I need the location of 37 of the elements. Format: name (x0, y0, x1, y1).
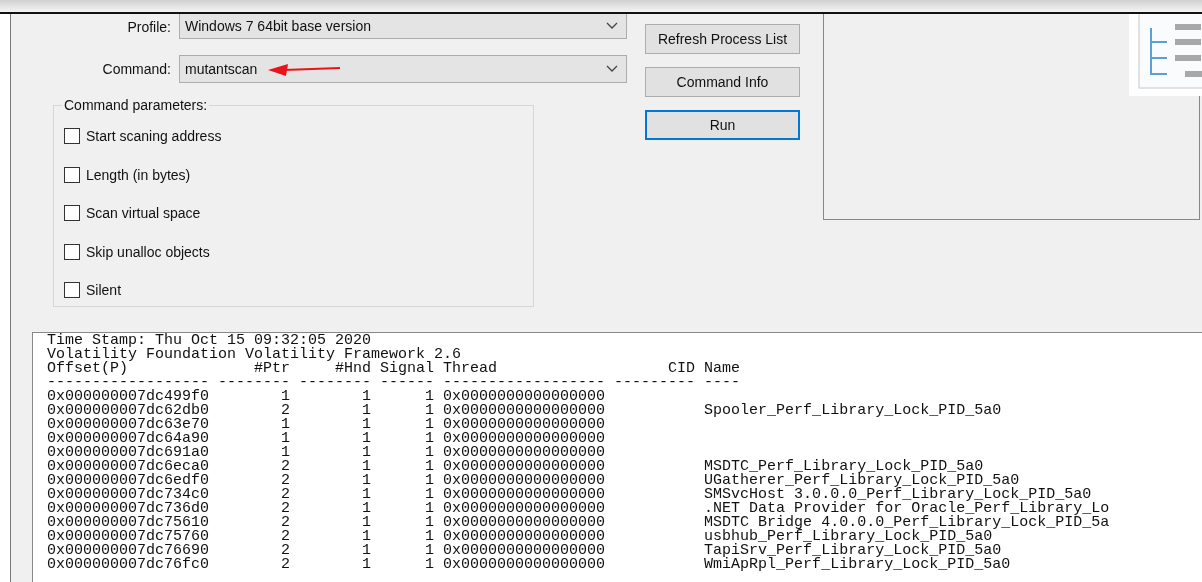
group-title: Command parameters: (63, 97, 209, 113)
checkbox[interactable] (64, 282, 80, 299)
console-line: 0x000000007dc76690 2 1 1 0x0000000000000000 TapiSrv_Perf_Library_Lock_PID_5a0 (47, 544, 1002, 558)
console-line: 0x000000007dc691a0 1 1 1 0x0000000000000000 (47, 446, 607, 460)
dropdown-field[interactable]: mutantscan (179, 55, 627, 83)
console-line: 0x000000007dc6edf0 2 1 1 0x0000000000000000 UGatherer_Perf_Library_Lock_PID_5a0 (47, 474, 1020, 488)
checkbox[interactable] (64, 166, 80, 183)
checkbox-label: Start scaning address (86, 128, 222, 145)
checkbox-label: Skip unalloc objects (86, 243, 210, 260)
checkbox[interactable] (64, 243, 80, 260)
console-line: 0x000000007dc63e70 1 1 1 0x0000000000000000 (47, 418, 607, 432)
console-line: Time Stamp: Thu Oct 15 09:32:05 2020 (47, 334, 372, 348)
console-line: 0x000000007dc736d0 2 1 1 0x0000000000000000 .NET Data Provider for Oracle_Perf_Library_Lo (47, 502, 1111, 516)
checkbox-label: Silent (86, 282, 122, 299)
dropdown-field[interactable]: Windows 7 64bit base version (179, 14, 627, 39)
console-line: 0x000000007dc499f0 1 1 1 0x0000000000000000 (47, 390, 607, 404)
console-line: 0x000000007dc6eca0 2 1 1 0x0000000000000000 MSDTC_Perf_Library_Lock_PID_5a0 (47, 460, 984, 474)
field-label: Profile: (126, 18, 172, 35)
checkbox[interactable] (64, 128, 80, 145)
console-line: 0x000000007dc64a90 1 1 1 0x0000000000000000 (47, 432, 607, 446)
chevron-down-icon (606, 22, 618, 30)
console-line: 0x000000007dc75760 2 1 1 0x0000000000000000 usbhub_Perf_Library_Lock_PID_5a0 (47, 530, 993, 544)
checkbox[interactable] (64, 205, 80, 222)
field-label: Command: (101, 61, 172, 77)
action-button[interactable]: Run (645, 110, 800, 140)
chevron-down-icon (606, 65, 618, 73)
console-line: Volatility Foundation Volatility Framework 2.6 (47, 348, 462, 362)
checkbox-label: Length (in bytes) (86, 166, 191, 183)
console-line: ------------------ -------- -------- ------ ------------------ --------- ---- (47, 376, 742, 390)
checkbox-label: Scan virtual space (86, 205, 201, 222)
action-button[interactable]: Command Info (645, 67, 800, 97)
console-line: 0x000000007dc734c0 2 1 1 0x0000000000000000 SMSvcHost 3.0.0.0_Perf_Library_Lock_PID_5a0 (47, 488, 1092, 502)
action-button[interactable]: Refresh Process List (645, 24, 800, 54)
console-line: 0x000000007dc76fc0 2 1 1 0x0000000000000000 WmiApRpl_Perf_Library_Lock_PID_5a0 (47, 558, 1012, 572)
console-line: 0x000000007dc62db0 2 1 1 0x0000000000000000 Spooler_Perf_Library_Lock_PID_5a0 (47, 404, 1003, 418)
console-line: Offset(P) #Ptr #Hnd Signal Thread CID Name (47, 362, 742, 376)
console-line: 0x000000007dc75610 2 1 1 0x0000000000000000 MSDTC Bridge 4.0.0.0_Perf_Library_Lock_PID_5a (47, 516, 1111, 530)
